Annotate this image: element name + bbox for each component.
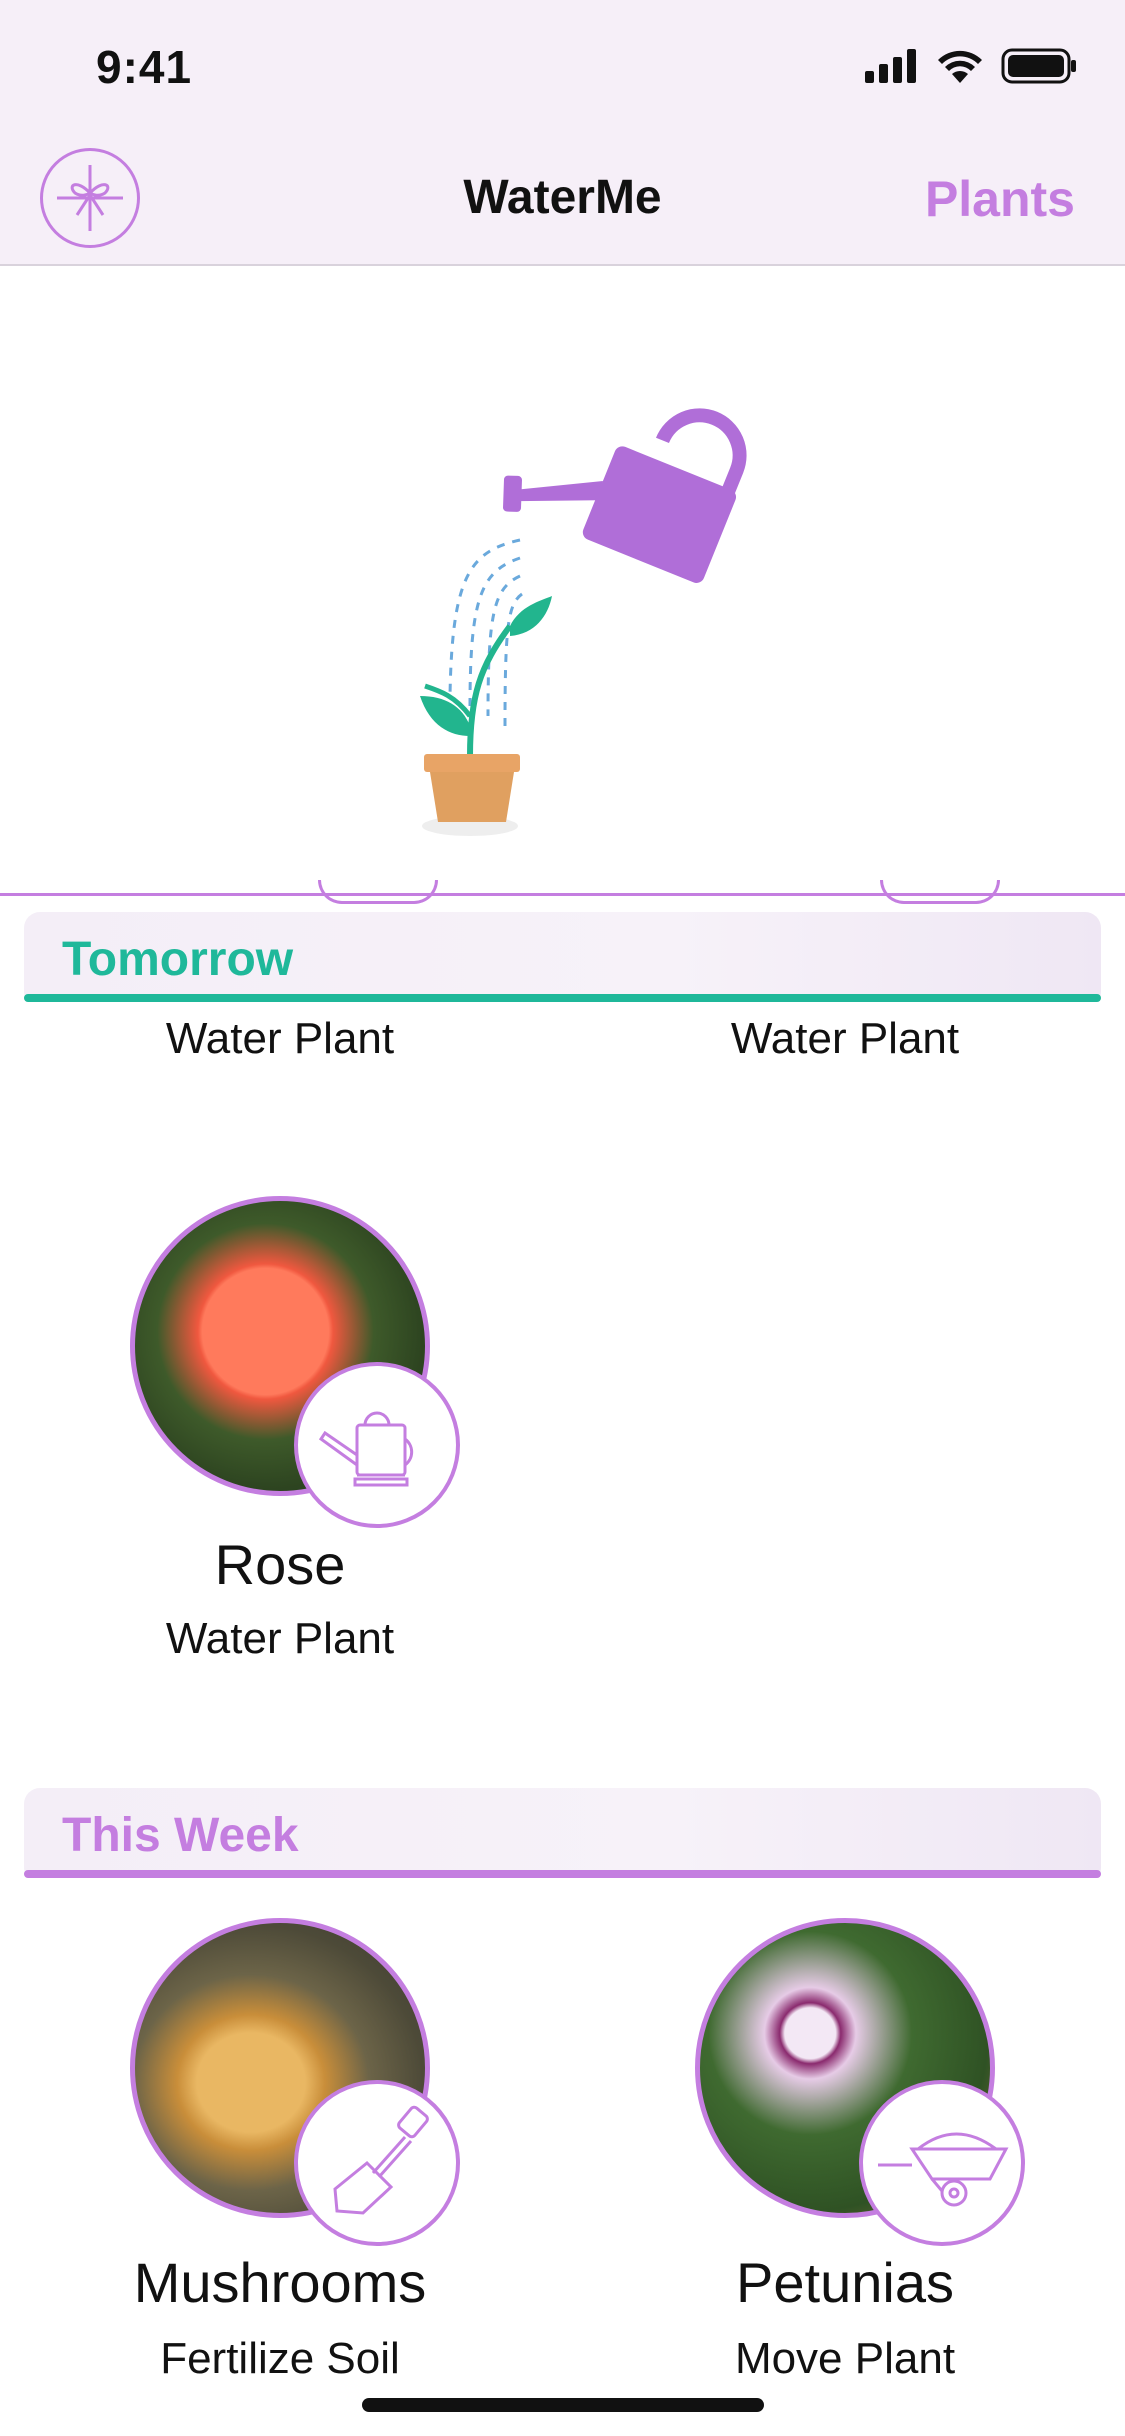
watering-plant-illustration	[420, 408, 747, 836]
plant-name: Rose	[214, 1533, 346, 1596]
section-header-tomorrow: Tomorrow	[24, 912, 1101, 1002]
badge	[859, 2080, 1025, 2246]
badge	[294, 1362, 460, 1528]
wifi-icon	[938, 50, 982, 83]
partial-item-task[interactable]: Water Plant	[0, 1014, 560, 1064]
cellular-signal-icon	[865, 49, 916, 83]
header-illustration	[0, 266, 1125, 894]
status-icons	[865, 48, 1077, 84]
section-title: Tomorrow	[62, 933, 294, 986]
plant-name: Petunias	[736, 2251, 954, 2314]
section-title: This Week	[62, 1809, 299, 1862]
shovel-icon	[333, 2105, 429, 2215]
plant-name: Mushrooms	[133, 2251, 427, 2314]
plant-task: Fertilize Soil	[160, 2334, 400, 2383]
home-indicator[interactable]	[362, 2398, 764, 2412]
plants-button[interactable]: Plants	[925, 170, 1075, 228]
hidden-cell-edge	[880, 880, 1000, 904]
status-time: 9:41	[96, 41, 193, 93]
navigation-bar: WaterMe Plants	[0, 132, 1125, 266]
watering-can-icon	[318, 1411, 414, 1487]
hidden-cell-edge	[318, 880, 438, 904]
section-underline	[24, 994, 1101, 1002]
battery-icon	[1001, 48, 1076, 84]
section-header-this-week: This Week	[24, 1788, 1101, 1878]
plant-task: Move Plant	[734, 2334, 956, 2383]
status-bar: 9:41	[0, 0, 1125, 132]
badge	[294, 2080, 460, 2246]
partial-item-task[interactable]: Water Plant	[565, 1014, 1125, 1064]
section-underline	[24, 1870, 1101, 1878]
wheelbarrow-icon	[878, 2132, 1009, 2207]
plant-task: Water Plant	[165, 1614, 395, 1663]
